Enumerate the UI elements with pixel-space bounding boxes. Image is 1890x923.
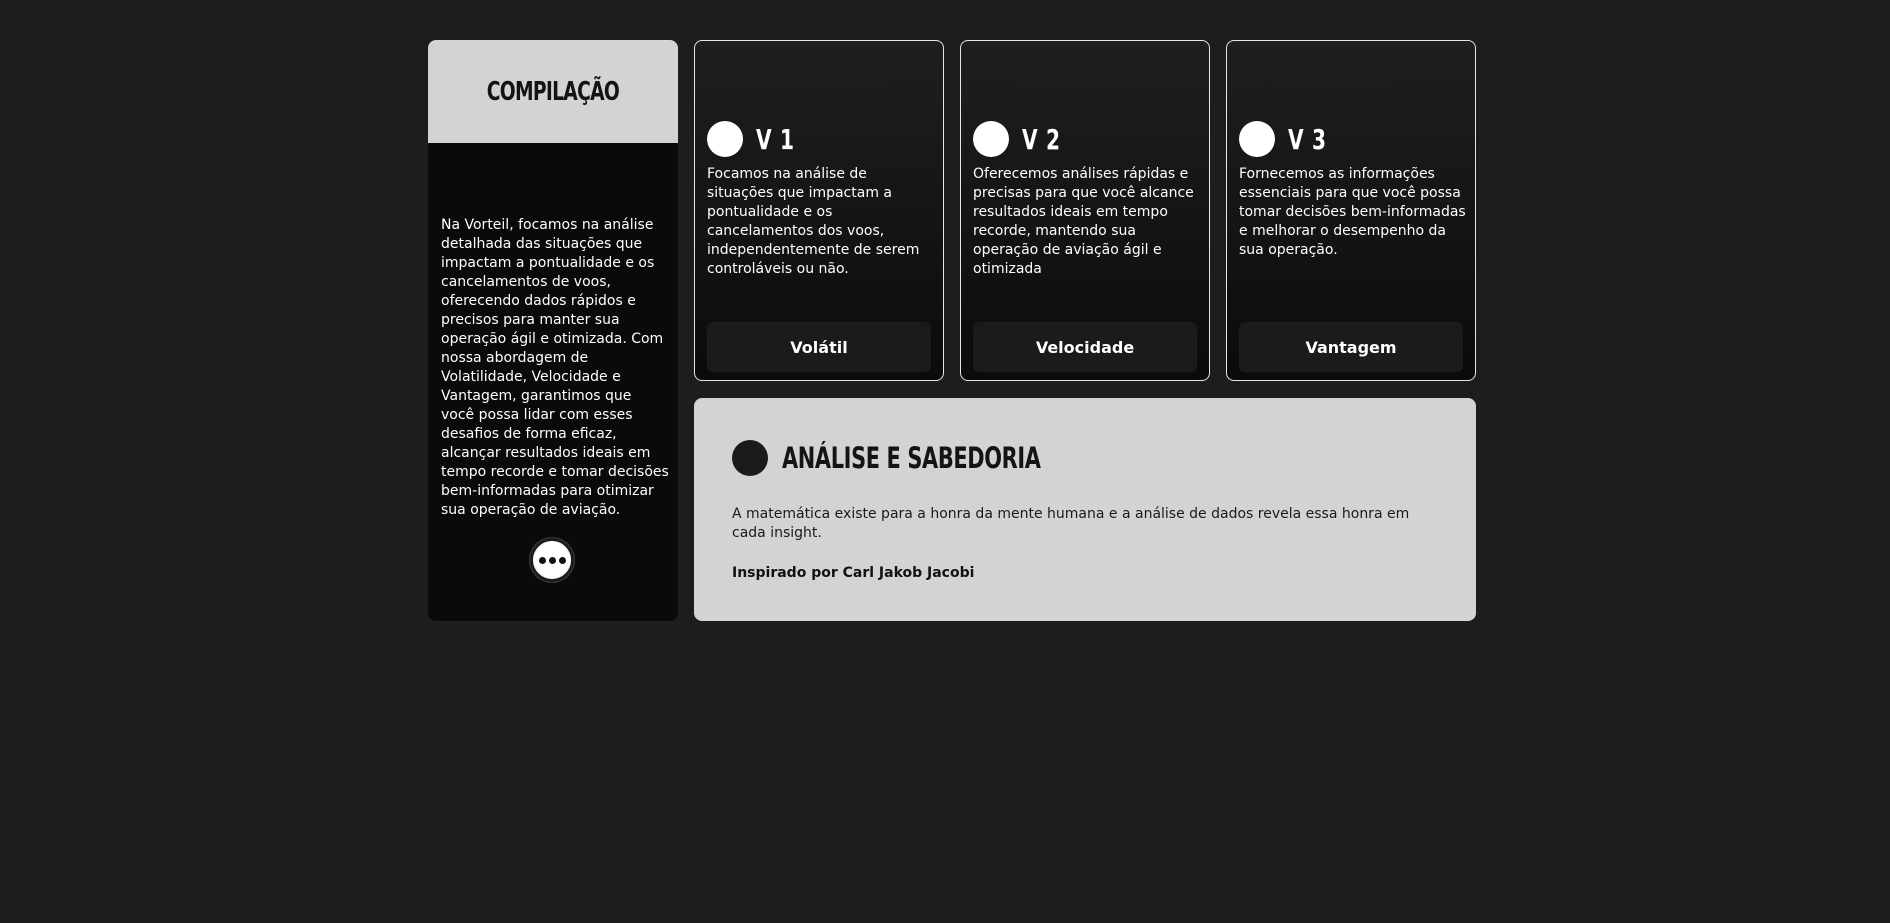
v3-text: Fornecemos as informações essenciais par…: [1239, 166, 1466, 258]
more-horizontal-icon: [548, 556, 556, 564]
compilacao-title: COMPILAÇÃO: [486, 76, 620, 107]
v2-header: V 2: [973, 121, 1076, 157]
circle-icon: [973, 121, 1009, 157]
compilacao-header: COMPILAÇÃO: [428, 40, 678, 143]
v1-title: V 1: [756, 122, 795, 156]
more-horizontal-icon: [558, 556, 566, 564]
analise-header: ANÁLISE E SABEDORIA: [732, 440, 1141, 476]
main-grid: COMPILAÇÃO Na Vorteil, focamos na anális…: [428, 40, 1476, 621]
more-button[interactable]: [530, 538, 574, 582]
analise-title: ANÁLISE E SABEDORIA: [782, 441, 1041, 475]
analise-quote: A matemática existe para a honra da ment…: [732, 506, 1410, 541]
analise-card: ANÁLISE E SABEDORIA A matemática existe …: [694, 398, 1476, 621]
v1-card: V 1 Focamos na análise de situações que …: [694, 40, 944, 381]
v1-header: V 1: [707, 121, 810, 157]
v2-text: Oferecemos análises rápidas e precisas p…: [973, 166, 1194, 277]
compilacao-text: Na Vorteil, focamos na análise detalhada…: [441, 217, 669, 518]
v2-card: V 2 Oferecemos análises rápidas e precis…: [960, 40, 1210, 381]
v1-text: Focamos na análise de situações que impa…: [707, 166, 920, 277]
analise-credit: Inspirado por Carl Jakob Jacobi: [732, 565, 975, 581]
v3-header: V 3: [1239, 121, 1342, 157]
circle-icon: [707, 121, 743, 157]
v3-title: V 3: [1288, 122, 1327, 156]
velocidade-button[interactable]: Velocidade: [973, 322, 1197, 372]
v2-title: V 2: [1022, 122, 1061, 156]
v3-card: V 3 Fornecemos as informações essenciais…: [1226, 40, 1476, 381]
circle-icon: [1239, 121, 1275, 157]
vantagem-button[interactable]: Vantagem: [1239, 322, 1463, 372]
circle-icon: [732, 440, 768, 476]
compilacao-card: COMPILAÇÃO Na Vorteil, focamos na anális…: [428, 40, 678, 621]
volatil-button[interactable]: Volátil: [707, 322, 931, 372]
more-horizontal-icon: [538, 556, 546, 564]
